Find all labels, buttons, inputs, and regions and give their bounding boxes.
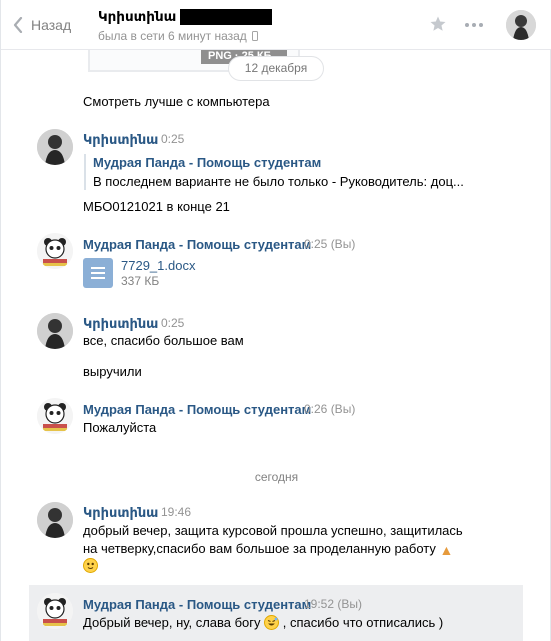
avatar[interactable]: [37, 129, 73, 165]
message-time[interactable]: 0:25: [161, 316, 184, 330]
message-text-segment: на четверку,спасибо вам большое за проде…: [83, 541, 436, 556]
online-status: была в сети 6 минут назад: [98, 29, 258, 43]
grinning-sweat-emoji: [264, 615, 280, 630]
avatar[interactable]: [37, 233, 73, 269]
back-button[interactable]: Назад: [13, 12, 71, 38]
message-sender[interactable]: Мудрая Панда - Помощь студентам: [83, 237, 311, 252]
chat-window: Назад Կրիստինա была в сети 6 минут назад…: [0, 0, 551, 641]
chat-header: Назад Կրիստինա была в сети 6 минут назад: [1, 0, 551, 50]
message-text: добрый вечер, защита курсовой прошла усп…: [83, 523, 463, 538]
message-text-segment: , спасибо что отписались ): [282, 615, 444, 630]
message-text: МБО0121021 в конце 21: [83, 199, 230, 214]
chat-title-text: Կրիստինա: [98, 9, 177, 24]
message-sender[interactable]: Мудрая Панда - Помощь студентам: [83, 597, 311, 612]
message-sender[interactable]: Мудрая Панда - Помощь студентам: [83, 402, 311, 417]
document-size: 337 КБ: [121, 274, 160, 288]
header-avatar[interactable]: [506, 10, 536, 40]
message-time[interactable]: 0:26 (Вы): [304, 402, 355, 416]
message-text-line: на четверку,спасибо вам большое за проде…: [83, 541, 453, 558]
star-icon[interactable]: [429, 15, 447, 33]
message-time[interactable]: 19:52 (Вы): [304, 597, 362, 611]
forwarded-message-bar: [84, 154, 86, 190]
message-time[interactable]: 0:25: [161, 132, 184, 146]
chevron-left-icon: [13, 17, 23, 33]
message-sender[interactable]: Կրիստինա: [83, 316, 158, 332]
document-icon[interactable]: [83, 258, 113, 288]
document-name[interactable]: 7729_1.docx: [121, 258, 195, 273]
message-time[interactable]: 19:46: [161, 505, 191, 519]
emoji-line: [83, 558, 98, 573]
message-text: все, спасибо большое вам: [83, 333, 244, 348]
message-sender[interactable]: Կրիստինա: [83, 132, 158, 148]
message-text-segment: Добрый вечер, ну, слава богу: [83, 615, 261, 630]
online-status-text: была в сети 6 минут назад: [98, 29, 247, 43]
day-divider: сегодня: [254, 470, 299, 484]
chat-title[interactable]: Կրիստինա: [98, 9, 273, 25]
back-label: Назад: [31, 17, 72, 33]
avatar[interactable]: [37, 398, 73, 434]
forwarded-sender[interactable]: Мудрая Панда - Помощь студентам: [93, 155, 321, 170]
pray-hands-emoji: ▲: [439, 542, 454, 558]
more-icon[interactable]: [465, 23, 483, 27]
message-text: выручили: [83, 364, 142, 379]
message-text: Пожалуйста: [83, 420, 157, 435]
message-text-line: Добрый вечер, ну, слава богу , спасибо ч…: [83, 615, 443, 630]
message-sender[interactable]: Կրիստինա: [83, 505, 158, 521]
avatar[interactable]: [37, 313, 73, 349]
avatar[interactable]: [37, 502, 73, 538]
message-text: Смотреть лучше с компьютера: [83, 94, 270, 109]
forwarded-text: В последнем варианте не было только - Ру…: [93, 174, 464, 189]
selected-message-highlight: [29, 585, 523, 641]
redacted-surname: [180, 9, 273, 25]
date-divider: 12 декабря: [228, 56, 324, 81]
message-time[interactable]: 0:25 (Вы): [304, 237, 355, 251]
smile-emoji: [83, 558, 98, 573]
avatar[interactable]: [37, 593, 73, 629]
phone-icon: [251, 31, 258, 41]
